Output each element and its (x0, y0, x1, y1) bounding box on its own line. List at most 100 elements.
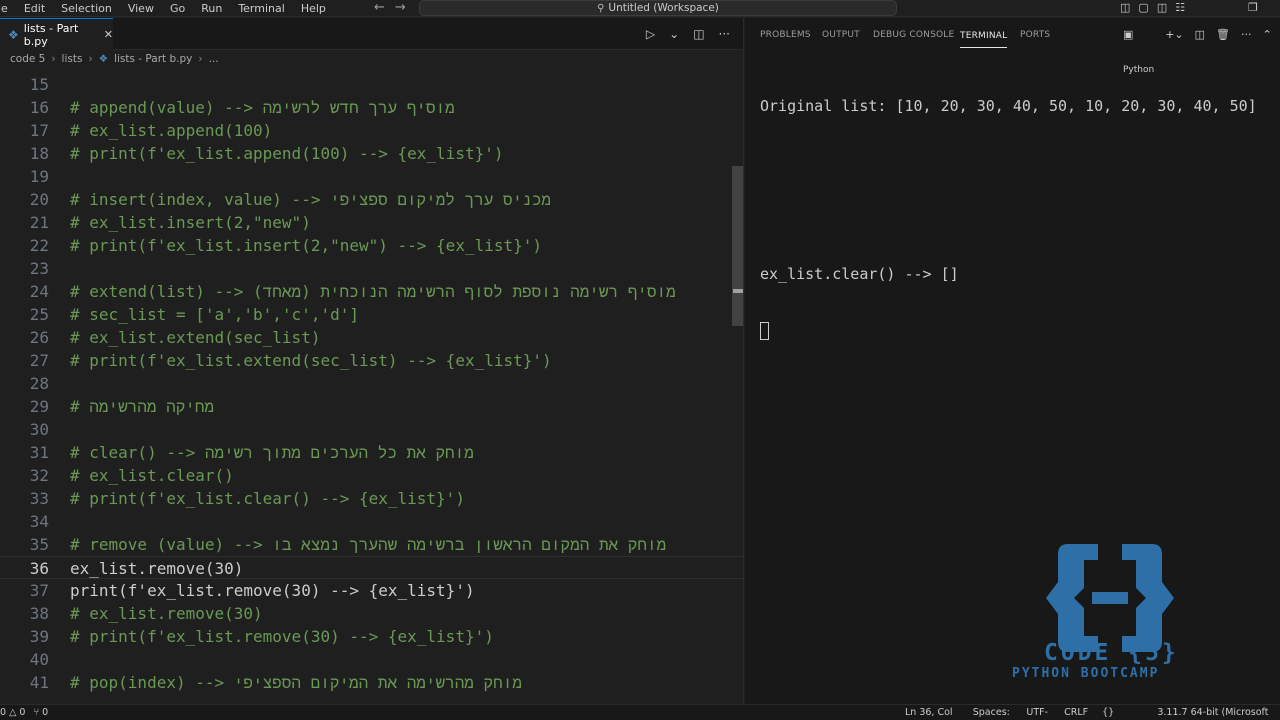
code-line[interactable]: 34 (0, 510, 743, 533)
code-line[interactable]: 33 # print(f'ex_list.clear() --> {ex_list… (0, 487, 743, 510)
code-line[interactable]: 31 # clear() --> מוחק את כל הערכים מתוך ר… (0, 441, 743, 464)
cursor-position[interactable]: Ln 36, Col 16 (905, 705, 959, 720)
tab-label: lists - Part b.py (23, 21, 79, 48)
panel-tab-bar: PROBLEMS OUTPUT DEBUG CONSOLE TERMINAL P… (745, 18, 1280, 75)
split-editor-icon[interactable]: ◫ (693, 18, 704, 50)
code-line[interactable]: 16 # append(value) --> מוסיף ערך חדש לרשי… (0, 96, 743, 119)
code-line[interactable]: 15 (0, 73, 743, 96)
code-line[interactable]: 18 # print(f'ex_list.append(100) --> {ex_… (0, 142, 743, 165)
line-number: 36 (29, 559, 49, 578)
code-line[interactable]: 29 # מחיקה מהרשימה (0, 395, 743, 418)
line-ending[interactable]: CRLF (1064, 705, 1088, 720)
code-line[interactable]: 40 (0, 648, 743, 671)
menu-go[interactable]: Go (162, 1, 193, 16)
terminal-prompt (760, 320, 1257, 340)
line-number: 40 (29, 650, 49, 669)
breadcrumb-folder-code5[interactable]: code 5 (10, 50, 45, 68)
menu-run[interactable]: Run (193, 1, 230, 16)
code-text: # ex_list.extend(sec_list) (70, 328, 321, 347)
menu-file[interactable]: le (0, 1, 16, 16)
code-line[interactable]: 36 ex_list.remove(30) (0, 556, 743, 579)
line-number: 34 (29, 512, 49, 531)
menu-view[interactable]: View (120, 1, 162, 16)
code-line[interactable]: 20 # insert(index, value) --> מכניס ערך ל… (0, 188, 743, 211)
code-line[interactable]: 17 # ex_list.append(100) (0, 119, 743, 142)
tab-ports[interactable]: PORTS (1020, 18, 1050, 52)
code-text: # clear() --> מוחק את כל הערכים מתוך רשי… (70, 443, 474, 462)
tab-problems[interactable]: PROBLEMS (760, 18, 811, 52)
ports-status[interactable]: ⑂ 0 (33, 705, 48, 720)
menu-edit[interactable]: Edit (16, 1, 53, 16)
code-line[interactable]: 26 # ex_list.extend(sec_list) (0, 326, 743, 349)
line-number: 27 (29, 351, 49, 370)
indentation[interactable]: Spaces: 4 (973, 705, 1013, 720)
editor-actions: ▷ ⌄ ◫ ··· (646, 18, 730, 50)
line-number: 24 (29, 282, 49, 301)
python-file-icon: ❖ (98, 53, 109, 65)
toggle-sidebar-icon[interactable]: ◫ (1120, 0, 1130, 16)
breadcrumb-symbol[interactable]: ... (209, 50, 219, 68)
breadcrumb: code 5 › lists › ❖ lists - Part b.py › .… (0, 50, 743, 68)
maximize-panel-icon[interactable]: ⌃ (1263, 18, 1272, 87)
vertical-scrollbar[interactable] (732, 166, 743, 326)
toggle-editor-icon[interactable]: ▢ (1138, 0, 1148, 16)
command-center[interactable]: ⚲ Untitled (Workspace) (419, 0, 897, 16)
language-mode[interactable]: {} Python (1102, 705, 1143, 720)
code-text: # print(f'ex_list.insert(2,"new") --> {e… (70, 236, 543, 255)
toggle-panel-icon[interactable]: ◫ (1157, 0, 1167, 16)
code-text: print(f'ex_list.remove(30) --> {ex_list}… (70, 581, 475, 600)
tab-terminal[interactable]: TERMINAL (960, 22, 1008, 48)
code-line[interactable]: 21 # ex_list.insert(2,"new") (0, 211, 743, 234)
breadcrumb-folder-lists[interactable]: lists (62, 50, 83, 68)
customize-layout-icon[interactable]: ☷ (1175, 0, 1185, 16)
code-line[interactable]: 37 print(f'ex_list.remove(30) --> {ex_lis… (0, 579, 743, 602)
back-arrow-icon[interactable]: ← (374, 0, 385, 16)
code-line[interactable]: 25 # sec_list = ['a','b','c','d'] (0, 303, 743, 326)
menu-bar: le Edit Selection View Go Run Terminal H… (0, 1, 334, 16)
code-line[interactable]: 22 # print(f'ex_list.insert(2,"new") --> … (0, 234, 743, 257)
encoding[interactable]: UTF-8 (1026, 705, 1050, 720)
forward-arrow-icon[interactable]: → (395, 0, 406, 16)
code-line[interactable]: 39 # print(f'ex_list.remove(30) --> {ex_l… (0, 625, 743, 648)
code-line[interactable]: 24 # extend(list) --> (מאחד) מוסיף רשימה … (0, 280, 743, 303)
scrollbar-cursor-marker (733, 289, 743, 293)
status-bar: 0 △ 0 ⑂ 0 Ln 36, Col 16 Spaces: 4 UTF-8 … (0, 704, 1280, 720)
terminal-output[interactable]: Original list: [10, 20, 30, 40, 50, 10, … (760, 60, 1257, 376)
code-line[interactable]: 23 (0, 257, 743, 280)
editor-tab[interactable]: ❖ lists - Part b.py ✕ (0, 18, 113, 50)
restore-window-icon[interactable]: ❐ (1248, 0, 1258, 16)
code-line[interactable]: 30 (0, 418, 743, 441)
code-line[interactable]: 19 (0, 165, 743, 188)
problems-status[interactable]: 0 △ 0 (0, 705, 25, 720)
line-number: 38 (29, 604, 49, 623)
code-text: # pop(index) --> מוחק מהרשימה את המיקום … (70, 673, 522, 692)
tab-output[interactable]: OUTPUT (822, 18, 860, 52)
editor-group: ❖ lists - Part b.py ✕ ▷ ⌄ ◫ ··· code 5 ›… (0, 18, 744, 704)
chevron-right-icon: › (198, 53, 203, 65)
more-actions-icon[interactable]: ··· (719, 18, 730, 50)
code-line[interactable]: 32 # ex_list.clear() (0, 464, 743, 487)
code-line[interactable]: 41 # pop(index) --> מוחק מהרשימה את המיקו… (0, 671, 743, 694)
menu-selection[interactable]: Selection (53, 1, 120, 16)
run-dropdown-icon[interactable]: ⌄ (669, 18, 679, 50)
menu-terminal[interactable]: Terminal (230, 1, 293, 16)
code-line[interactable]: 35 # remove (value) --> מוחק את המקום הרא… (0, 533, 743, 556)
terminal-line: Original list: [10, 20, 30, 40, 50, 10, … (760, 97, 1257, 115)
menu-help[interactable]: Help (293, 1, 334, 16)
close-icon[interactable]: ✕ (104, 28, 113, 41)
line-number: 32 (29, 466, 49, 485)
line-number: 28 (29, 374, 49, 393)
interpreter-version[interactable]: 3.11.7 64-bit (Microsoft Store) (1157, 705, 1280, 720)
line-number: 20 (29, 190, 49, 209)
line-number: 18 (29, 144, 49, 163)
code-line[interactable]: 27 # print(f'ex_list.extend(sec_list) -->… (0, 349, 743, 372)
run-icon[interactable]: ▷ (646, 18, 655, 50)
code-line[interactable]: 28 (0, 372, 743, 395)
tab-debug-console[interactable]: DEBUG CONSOLE (873, 18, 954, 52)
terminal-cursor (760, 321, 769, 340)
breadcrumb-file[interactable]: lists - Part b.py (114, 50, 192, 68)
editor-tab-bar: ❖ lists - Part b.py ✕ ▷ ⌄ ◫ ··· (0, 18, 743, 50)
code-text: # extend(list) --> (מאחד) מוסיף רשימה נו… (70, 282, 676, 301)
code-line[interactable]: 38 # ex_list.remove(30) (0, 602, 743, 625)
code-area[interactable]: 15 16 # append(value) --> מוסיף ערך חדש לר… (0, 73, 743, 704)
